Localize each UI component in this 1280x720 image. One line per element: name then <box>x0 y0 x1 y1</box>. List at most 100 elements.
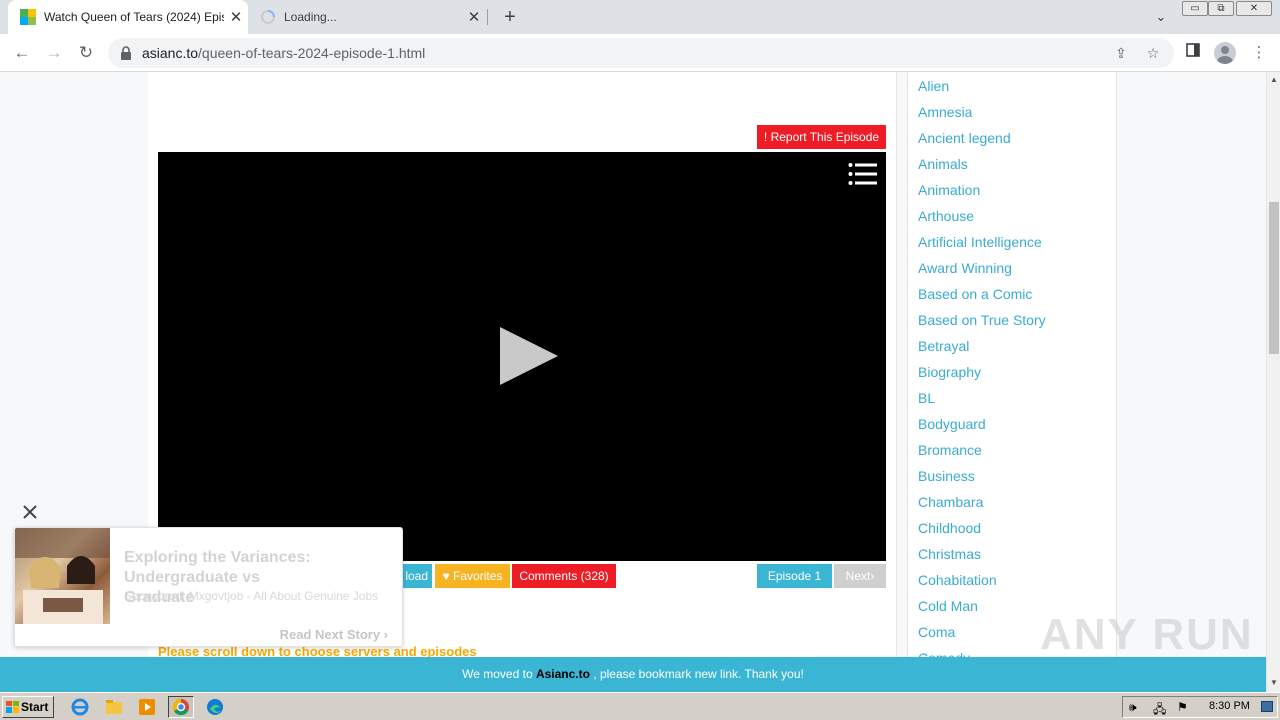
chevron-right-icon: › <box>870 569 875 583</box>
site-favicon-icon <box>20 9 36 25</box>
reload-icon[interactable]: ↻ <box>73 40 99 66</box>
genre-link[interactable]: Animals <box>918 156 1046 182</box>
next-episode-button[interactable]: Next› <box>834 564 886 588</box>
tab-loading[interactable]: Loading... ✕ <box>250 0 486 34</box>
genre-link[interactable]: Animation <box>918 182 1046 208</box>
genre-link[interactable]: Ancient legend <box>918 130 1046 156</box>
notice-link[interactable]: Asianc.to <box>536 667 590 681</box>
next-label: Next <box>845 569 871 583</box>
tab-title: Watch Queen of Tears (2024) Episode 1 <box>44 10 224 24</box>
genre-link[interactable]: Cold Man <box>918 598 1046 624</box>
ad-thumbnail-art <box>15 528 110 624</box>
report-episode-button[interactable]: ! Report This Episode <box>757 125 886 149</box>
ad-close-icon[interactable] <box>20 502 40 522</box>
page-scrollbar[interactable]: ▲ ▼ <box>1266 72 1280 692</box>
read-next-story-link[interactable]: Read Next Story › <box>280 627 388 642</box>
genre-link[interactable]: Betrayal <box>918 338 1046 364</box>
action-center-flag-icon[interactable]: ⚑ <box>1177 700 1188 714</box>
genre-link[interactable]: Amnesia <box>918 104 1046 130</box>
genre-link[interactable]: Artificial Intelligence <box>918 234 1046 260</box>
share-icon[interactable]: ⇪ <box>1112 44 1130 62</box>
avatar-shape <box>1217 46 1233 64</box>
ad-thumbnail-image <box>15 528 110 624</box>
windows-taskbar: Start 🕪 🖧 ⚑ 8:30 PM <box>0 692 1280 720</box>
genre-link[interactable]: Bodyguard <box>918 416 1046 442</box>
page-viewport: ! Report This Episode load ♥ Favorites C… <box>0 72 1266 692</box>
tab-close-icon[interactable]: ✕ <box>462 8 486 26</box>
notice-text-after: , please bookmark new link. Thank you! <box>589 667 804 681</box>
loading-spinner-icon <box>261 10 275 24</box>
windows-flag-icon <box>6 701 19 713</box>
tab-title: Loading... <box>284 10 337 24</box>
genre-link[interactable]: Arthouse <box>918 208 1046 234</box>
start-label: Start <box>21 700 49 714</box>
playlist-menu-icon[interactable] <box>848 162 878 186</box>
network-icon[interactable]: 🖧 <box>1153 700 1166 720</box>
genre-link[interactable]: Cohabitation <box>918 572 1046 598</box>
browser-toolbar: ← → ↻ asianc.to/queen-of-tears-2024-epis… <box>0 34 1280 72</box>
restore-button[interactable]: ⧉ <box>1208 1 1234 16</box>
bookmark-star-icon[interactable]: ☆ <box>1144 44 1162 62</box>
url-domain: asianc.to <box>142 45 199 61</box>
side-panel-icon[interactable] <box>1182 42 1204 64</box>
genre-link[interactable]: Based on True Story <box>918 312 1046 338</box>
ad-sponsor-text: Sponsored: Mxgovtjob - All About Genuine… <box>124 589 379 603</box>
genre-link[interactable]: Christmas <box>918 546 1046 572</box>
url-path: /queen-of-tears-2024-episode-1.html <box>198 45 426 61</box>
genre-link[interactable]: Chambara <box>918 494 1046 520</box>
volume-icon[interactable]: 🕪 <box>1129 700 1137 715</box>
notice-text-before: We moved to <box>462 667 536 681</box>
chrome-taskbar-button[interactable] <box>168 696 194 718</box>
genre-sidebar: Alien Amnesia Ancient legend Animals Animati… <box>907 72 1117 692</box>
address-bar[interactable]: asianc.to/queen-of-tears-2024-episode-1.… <box>108 38 1174 68</box>
tab-strip: Watch Queen of Tears (2024) Episode 1 ✕ … <box>0 0 1280 34</box>
anyrun-watermark-logo: ANY RUN <box>1040 610 1254 659</box>
scroll-up-arrow-icon[interactable]: ▲ <box>1267 73 1280 87</box>
edge-icon[interactable] <box>205 697 225 717</box>
internet-explorer-icon[interactable] <box>70 697 90 717</box>
new-tab-plus-icon[interactable]: + <box>498 4 522 30</box>
profile-avatar-icon[interactable] <box>1214 42 1236 64</box>
tab-close-icon[interactable]: ✕ <box>224 8 248 26</box>
episode-select-button[interactable]: Episode 1 <box>757 564 832 588</box>
media-player-icon[interactable] <box>137 697 157 717</box>
genre-link[interactable]: Biography <box>918 364 1046 390</box>
video-player[interactable] <box>158 152 886 561</box>
column-divider <box>896 72 897 692</box>
favorites-label: Favorites <box>453 569 503 583</box>
kebab-menu-icon[interactable]: ⋮ <box>1248 42 1270 64</box>
show-desktop-icon[interactable] <box>1261 701 1273 712</box>
lock-icon <box>121 46 131 60</box>
favorites-button[interactable]: ♥ Favorites <box>435 564 510 588</box>
tab-separator <box>487 9 488 25</box>
system-tray: 🕪 🖧 ⚑ 8:30 PM <box>1122 696 1278 718</box>
scroll-thumb[interactable] <box>1269 202 1279 354</box>
genre-link[interactable]: Business <box>918 468 1046 494</box>
play-icon[interactable] <box>498 325 560 387</box>
comments-button[interactable]: Comments (328) <box>512 564 616 588</box>
genre-link[interactable]: Coma <box>918 624 1046 650</box>
sponsored-ad-popup[interactable]: Exploring the Variances: Undergraduate v… <box>14 527 403 647</box>
tab-watch-queen-of-tears[interactable]: Watch Queen of Tears (2024) Episode 1 ✕ <box>8 0 248 34</box>
file-explorer-icon[interactable] <box>104 697 124 717</box>
minimize-button[interactable]: ▭ <box>1182 1 1208 16</box>
back-arrow-icon[interactable]: ← <box>9 40 35 66</box>
genre-link[interactable]: BL <box>918 390 1046 416</box>
genre-link[interactable]: Alien <box>918 78 1046 104</box>
side-panel-shape <box>1186 43 1200 57</box>
forward-arrow-icon[interactable]: → <box>41 40 67 66</box>
tab-search-chevron-icon[interactable]: ⌄ <box>1150 6 1172 28</box>
genre-link[interactable]: Childhood <box>918 520 1046 546</box>
url-text: asianc.to/queen-of-tears-2024-episode-1.… <box>142 45 425 61</box>
taskbar-clock: 8:30 PM <box>1209 700 1250 712</box>
close-window-button[interactable]: ✕ <box>1236 1 1272 16</box>
heart-icon: ♥ <box>442 569 450 583</box>
genre-link[interactable]: Based on a Comic <box>918 286 1046 312</box>
start-button[interactable]: Start <box>2 696 54 718</box>
genre-link[interactable]: Award Winning <box>918 260 1046 286</box>
genre-link[interactable]: Bromance <box>918 442 1046 468</box>
moved-notice-bar: We moved to Asianc.to , please bookmark … <box>0 657 1266 692</box>
genre-list: Alien Amnesia Ancient legend Animals Animati… <box>918 78 1046 676</box>
scroll-down-arrow-icon[interactable]: ▼ <box>1267 676 1280 690</box>
chrome-icon <box>172 698 189 716</box>
